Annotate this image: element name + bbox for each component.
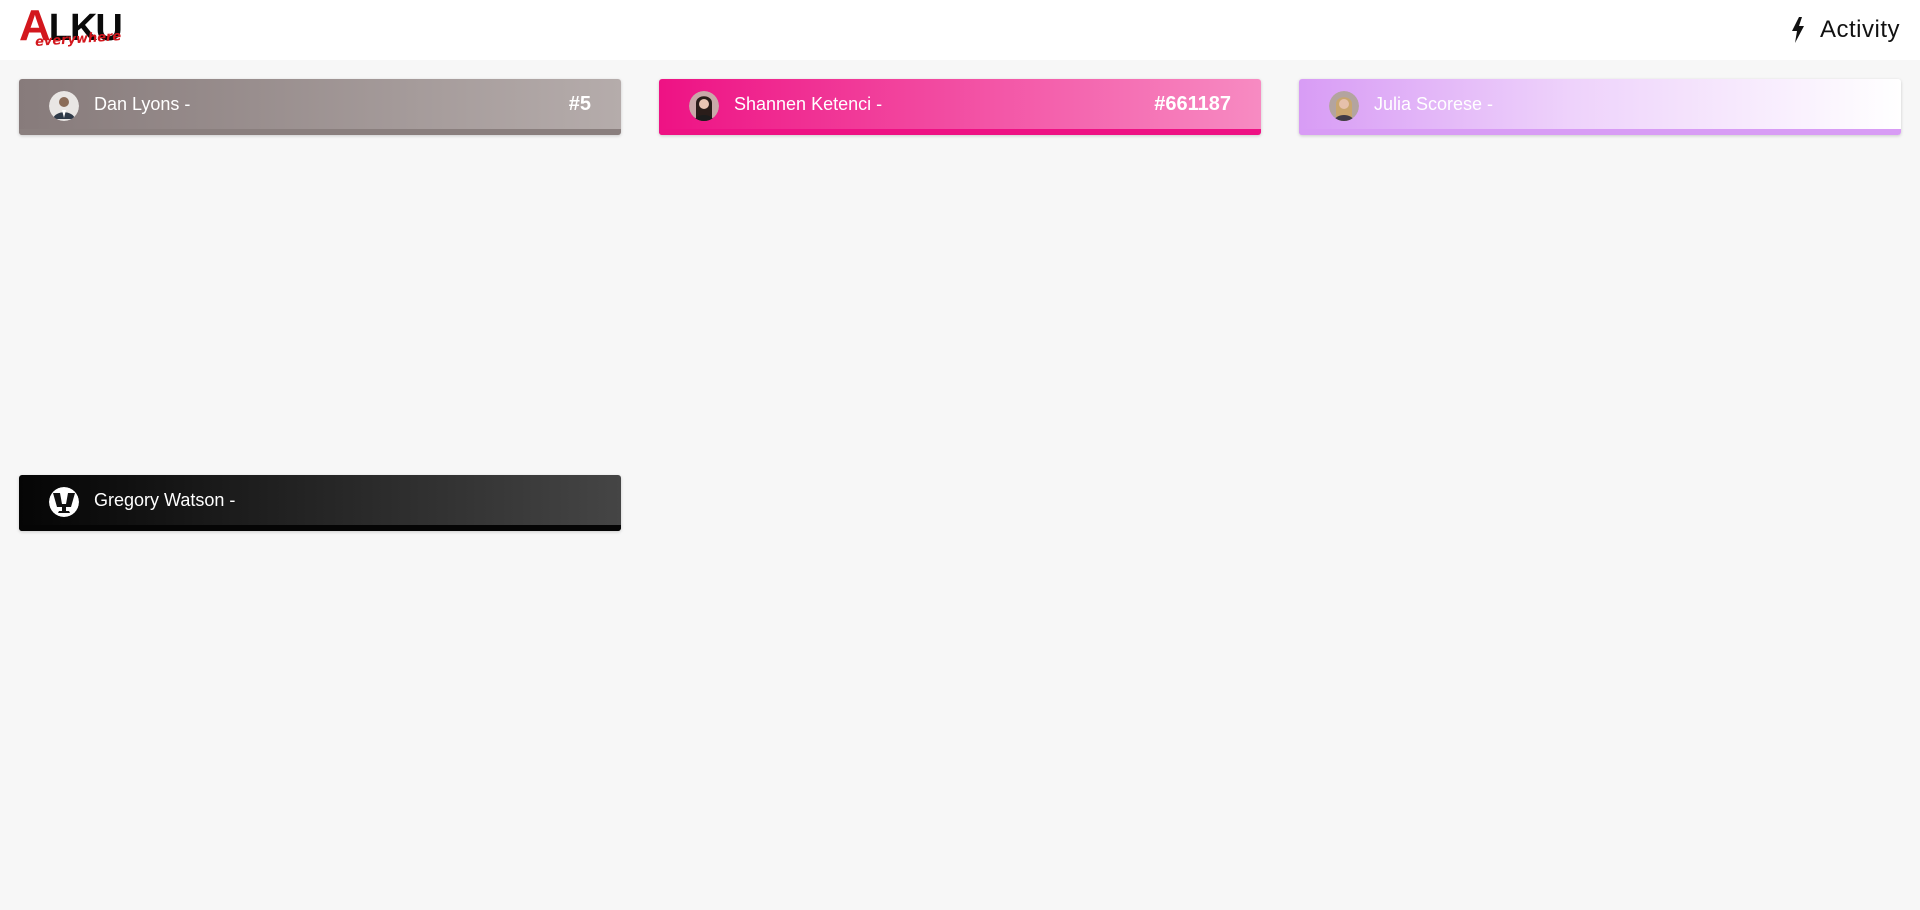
user-name: Gregory Watson - [94, 490, 236, 510]
user-avatar-icon [1329, 91, 1359, 121]
user-avatar-icon [49, 91, 79, 121]
user-card-dan-lyons[interactable]: Dan Lyons - #5 [19, 79, 621, 135]
user-avatar-icon [49, 487, 79, 517]
activity-button[interactable]: Activity [1790, 14, 1900, 46]
card-stripe [19, 525, 621, 531]
user-name: Dan Lyons - [94, 94, 191, 114]
user-card-julia-scorese[interactable]: Julia Scorese - [1299, 79, 1901, 135]
user-name: Julia Scorese - [1374, 94, 1494, 114]
user-card-shannen-ketenci[interactable]: Shannen Ketenci - #661187 [659, 79, 1261, 135]
top-bar: ALKU everywhere Activity [0, 0, 1920, 60]
card-stripe [1299, 129, 1901, 135]
alku-logo[interactable]: ALKU everywhere [19, 4, 137, 54]
user-number: #661187 [1154, 93, 1231, 115]
activity-label: Activity [1819, 16, 1900, 43]
user-name: Shannen Ketenci - [734, 94, 883, 114]
user-number: #5 [568, 93, 591, 115]
user-card-gregory-watson[interactable]: Gregory Watson - [19, 475, 621, 531]
card-stripe [19, 129, 621, 135]
lightning-bolt-icon [1791, 17, 1804, 43]
card-stripe [659, 129, 1261, 135]
user-avatar-icon [689, 91, 719, 121]
